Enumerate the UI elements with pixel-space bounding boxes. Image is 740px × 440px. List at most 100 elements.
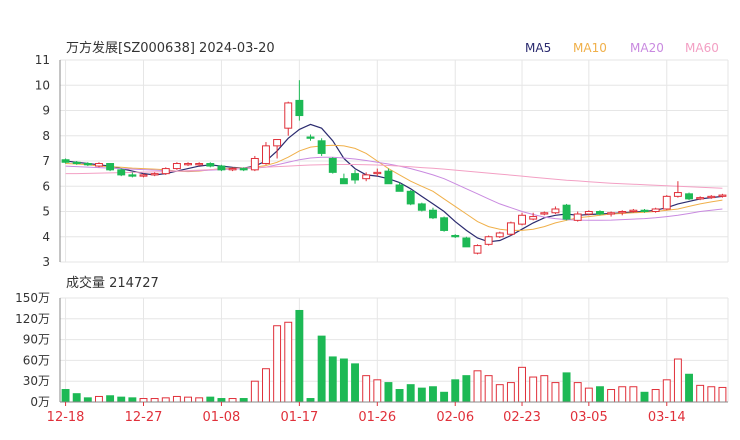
candle-body bbox=[61, 159, 70, 163]
candle bbox=[440, 216, 449, 232]
candle-body bbox=[673, 192, 682, 197]
volume-y-axis: 150万 120万 90万 60万 30万 0万 bbox=[15, 291, 50, 409]
legend-ma5: MA5 bbox=[525, 41, 551, 55]
candle bbox=[128, 172, 137, 178]
candle-body bbox=[451, 234, 460, 238]
candle bbox=[551, 206, 560, 215]
volume-bar bbox=[139, 398, 148, 403]
candle bbox=[317, 138, 326, 156]
price-grid bbox=[59, 59, 729, 263]
candle-body bbox=[184, 163, 192, 166]
candle-body bbox=[351, 173, 359, 181]
price-y-tick: 3 bbox=[42, 255, 50, 269]
candle-body bbox=[629, 209, 638, 213]
candle-body bbox=[584, 211, 593, 215]
volume-y-tick: 90万 bbox=[23, 333, 50, 347]
candle-body bbox=[317, 140, 326, 154]
candle-body bbox=[529, 216, 538, 220]
volume-y-tick: 120万 bbox=[15, 312, 50, 326]
candle bbox=[607, 211, 616, 217]
volume-bar bbox=[406, 384, 415, 403]
candle-body bbox=[262, 145, 270, 165]
volume-bar bbox=[440, 391, 449, 403]
candle-body bbox=[284, 102, 293, 129]
volume-bar bbox=[596, 386, 604, 403]
volume-bar bbox=[317, 335, 326, 403]
candle bbox=[429, 207, 437, 220]
volume-bar bbox=[172, 395, 181, 403]
volume-bar bbox=[273, 325, 282, 403]
candle bbox=[328, 157, 337, 174]
price-y-tick: 8 bbox=[42, 129, 50, 143]
volume-bar bbox=[106, 395, 115, 403]
candle-body bbox=[417, 203, 426, 211]
candle-body bbox=[306, 136, 315, 139]
candle bbox=[295, 80, 304, 121]
candle bbox=[506, 221, 515, 236]
volume-bar bbox=[295, 309, 304, 403]
volume-bar bbox=[662, 379, 671, 403]
legend-ma10: MA10 bbox=[573, 41, 607, 55]
volume-bar bbox=[83, 397, 92, 403]
ma5-line bbox=[65, 123, 723, 243]
candle-body bbox=[228, 168, 237, 171]
volume-grid bbox=[59, 297, 729, 403]
volume-bar bbox=[72, 393, 81, 403]
volume-bar bbox=[495, 384, 504, 403]
price-y-tick: 9 bbox=[42, 104, 50, 118]
volume-bar bbox=[206, 396, 215, 403]
candle bbox=[406, 190, 415, 206]
candle-body bbox=[685, 193, 693, 200]
volume-bar bbox=[562, 372, 571, 403]
candle bbox=[184, 162, 192, 167]
candle-body bbox=[250, 157, 259, 171]
price-y-tick: 6 bbox=[42, 179, 50, 193]
volume-bar bbox=[618, 386, 627, 403]
price-y-tick: 10 bbox=[35, 78, 50, 92]
candle-body bbox=[462, 237, 471, 248]
candle-body bbox=[106, 163, 115, 171]
candle-body bbox=[139, 174, 148, 177]
volume-bar bbox=[573, 382, 582, 403]
candle bbox=[206, 162, 215, 168]
volume-bar bbox=[540, 375, 549, 403]
candle-body bbox=[696, 197, 705, 200]
volume-title: 成交量 214727 bbox=[66, 275, 159, 291]
candle-body bbox=[540, 212, 549, 215]
candle bbox=[417, 202, 426, 212]
x-tick-label: 03-05 bbox=[570, 410, 608, 425]
x-tick-label: 12-18 bbox=[47, 410, 85, 425]
volume-bar bbox=[518, 366, 526, 403]
candle bbox=[339, 173, 348, 185]
x-tick-label: 02-06 bbox=[436, 410, 474, 425]
candle-body bbox=[596, 211, 604, 215]
price-y-tick: 5 bbox=[42, 205, 50, 219]
volume-bar bbox=[429, 386, 437, 403]
candle-body bbox=[573, 213, 582, 221]
candle bbox=[451, 234, 460, 239]
candle-body bbox=[640, 209, 649, 213]
candle-body bbox=[651, 208, 660, 213]
candle-body bbox=[406, 190, 415, 205]
volume-bar bbox=[128, 397, 137, 403]
candle-body bbox=[150, 173, 159, 176]
candle-body bbox=[518, 214, 526, 225]
candle bbox=[495, 231, 504, 239]
candle bbox=[662, 195, 671, 211]
candle bbox=[484, 235, 493, 246]
volume-bar bbox=[462, 375, 471, 403]
candle bbox=[262, 142, 270, 165]
moving-average-lines bbox=[65, 123, 723, 243]
chart-title: 万方发展[SZ000638] 2024-03-20 bbox=[66, 40, 275, 56]
x-tick-label: 02-23 bbox=[503, 410, 541, 425]
candle-body bbox=[662, 195, 671, 210]
volume-bar bbox=[607, 389, 616, 403]
volume-y-tick: 0万 bbox=[30, 395, 50, 409]
volume-bar bbox=[250, 380, 259, 403]
candle-body bbox=[172, 163, 181, 170]
volume-bar bbox=[284, 321, 293, 403]
volume-y-tick: 60万 bbox=[23, 353, 50, 367]
candle-body bbox=[551, 208, 560, 214]
volume-bars bbox=[61, 309, 727, 403]
candle bbox=[373, 168, 382, 177]
